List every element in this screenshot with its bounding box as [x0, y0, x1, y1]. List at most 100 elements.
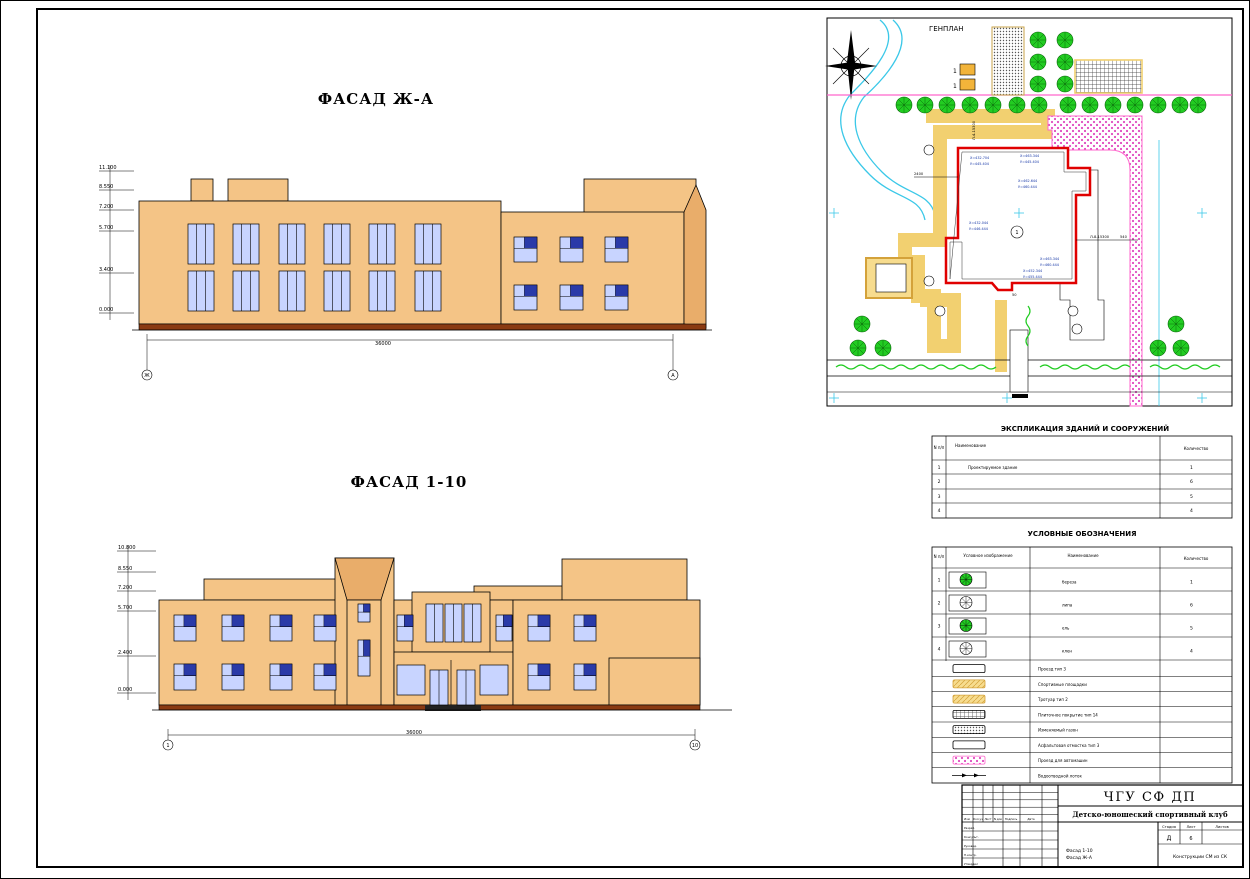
- window: [232, 270, 260, 312]
- legend-row: Проезд тип 3: [932, 664, 1232, 677]
- small-label: 1: [953, 68, 957, 75]
- table-row: 44: [938, 508, 1193, 514]
- window: [269, 663, 293, 691]
- level-mark: 0.000: [118, 687, 132, 693]
- row-name: Проезд тип 3: [1038, 667, 1066, 672]
- window: [559, 284, 584, 311]
- legend-rows: 1 береза 1 2 липа 6 3 ель 5 4 клен 4 Проезд тип 3 Спо…: [932, 571, 1232, 778]
- roof-box: [227, 178, 289, 202]
- legend-row: Водоотводной лоток: [952, 773, 1082, 778]
- window: [559, 236, 584, 263]
- row-name: Проектируемое здание: [968, 465, 1018, 470]
- dim-label: 2400: [914, 172, 924, 176]
- window: [527, 663, 551, 691]
- legend-row: 3 ель 5: [932, 617, 1232, 638]
- window: [221, 663, 245, 691]
- table-header: Наименование: [955, 443, 987, 448]
- row-number: 2: [938, 479, 941, 485]
- axis-label: 1: [166, 743, 169, 749]
- coord-label: У=460.444: [1040, 263, 1059, 267]
- surface-symbol-icon: [952, 755, 986, 765]
- row-name: Плиточное покрытие тип 14: [1038, 712, 1098, 717]
- coord-label: У=445.404: [970, 162, 989, 166]
- tree-icon: [1056, 53, 1074, 71]
- title-block: Изм Кол.уч Лист N док Подпись ДатаРазраб.Конс…: [961, 784, 1244, 868]
- tree-icon: [1029, 75, 1047, 93]
- legend-row: Изменяемый газон: [932, 725, 1232, 738]
- row-qty: 4: [1190, 649, 1193, 655]
- title-block-grid: Изм Кол.уч Лист N док Подпись Дата Разраб. Конс…: [961, 784, 1059, 868]
- small-label: 1: [953, 83, 957, 90]
- row-name: Изменяемый газон: [1038, 728, 1078, 733]
- facade-top-title: ФАСАД Ж-А: [318, 90, 434, 108]
- window: [232, 223, 260, 265]
- stage-header: Стадия: [1162, 825, 1176, 829]
- tree-symbol-icon: [959, 642, 973, 655]
- explication-table: ЭКСПЛИКАЦИЯ ЗДАНИЙ И СООРУЖЕНИЙ N п/п На…: [931, 424, 1233, 519]
- window: [313, 663, 337, 691]
- parking-pad: [991, 26, 1025, 96]
- facade-top-level-marks: 11.100 8.550 7.200 5.700 3.400 0.000: [99, 165, 134, 320]
- genplan: ГЕНПЛАН 1 1 1 Х=432.704 У=445.404 Х=463.…: [825, 17, 1233, 407]
- window: [396, 614, 414, 642]
- tree-icon: [1104, 96, 1122, 114]
- dim-label: Л-8-15300: [1090, 235, 1110, 239]
- garage-icon: [959, 78, 976, 91]
- surface-symbol-icon: [952, 679, 986, 689]
- row-number: 3: [938, 624, 941, 630]
- level-mark: 0.000: [99, 307, 113, 313]
- table-row: 26: [938, 479, 1193, 485]
- window: [456, 669, 476, 706]
- title-block-org: ЧГУ СФ ДП: [1104, 790, 1196, 805]
- row-qty: 5: [1190, 626, 1193, 632]
- tree-icon: [961, 96, 979, 114]
- coord-label: Х=432.044: [969, 221, 988, 225]
- row-label: Руковод.: [964, 844, 977, 848]
- window: [173, 663, 197, 691]
- building-number: 1: [1015, 230, 1018, 236]
- row-label: Утвердил: [964, 862, 978, 866]
- content-line: Фасад Ж-А: [1066, 855, 1093, 861]
- window: [368, 270, 396, 312]
- building-footprint: [944, 146, 1092, 292]
- table-header: N п/п: [934, 445, 945, 450]
- tree-symbol-icon: [959, 596, 973, 609]
- window: [323, 223, 351, 265]
- coord-label: Х=463.344: [1040, 257, 1059, 261]
- level-mark: 2.400: [118, 650, 132, 656]
- coord-label: Х=462.644: [1018, 179, 1037, 183]
- window: [479, 664, 509, 696]
- level-mark: 7.200: [99, 204, 113, 210]
- row-name: ель: [1062, 626, 1070, 631]
- row-number: 1: [938, 578, 941, 584]
- surface-symbol-icon: [952, 694, 986, 704]
- drawing-sheet: ФАСАД Ж-А 11.100 8.550 7.200 5.700 3.400…: [0, 0, 1250, 879]
- row-label: Н.контр.: [964, 853, 977, 857]
- column-label: N док: [994, 817, 1003, 821]
- window: [278, 223, 306, 265]
- tree-icon: [895, 96, 913, 114]
- row-qty: 6: [1190, 603, 1193, 609]
- tree-icon: [1172, 339, 1190, 357]
- column-label: Лист: [984, 817, 991, 821]
- facade-1-10: ФАСАД 1-10 10.800 8.550 7.200 5.700 2.40…: [117, 473, 732, 751]
- tree-icon: [1029, 53, 1047, 71]
- row-number: 2: [938, 601, 941, 607]
- row-name: Асфальтовая отмостка тип 3: [1038, 743, 1100, 748]
- tree-icon: [1167, 315, 1185, 333]
- window: [187, 223, 215, 265]
- window: [495, 614, 513, 642]
- surface-symbol-icon: [952, 709, 986, 719]
- tree-icon: [1171, 96, 1189, 114]
- roof-box: [203, 578, 337, 601]
- window: [573, 663, 597, 691]
- stage-header: Листов: [1215, 825, 1228, 829]
- table-row: 35: [938, 494, 1193, 500]
- window: [444, 603, 463, 643]
- level-mark: 8.550: [99, 184, 113, 190]
- table-header: Количество: [1184, 556, 1209, 561]
- coord-label: Х=432.704: [970, 156, 989, 160]
- row-number: 4: [938, 508, 941, 514]
- row-number: 4: [938, 647, 941, 653]
- tree-icon: [984, 96, 1002, 114]
